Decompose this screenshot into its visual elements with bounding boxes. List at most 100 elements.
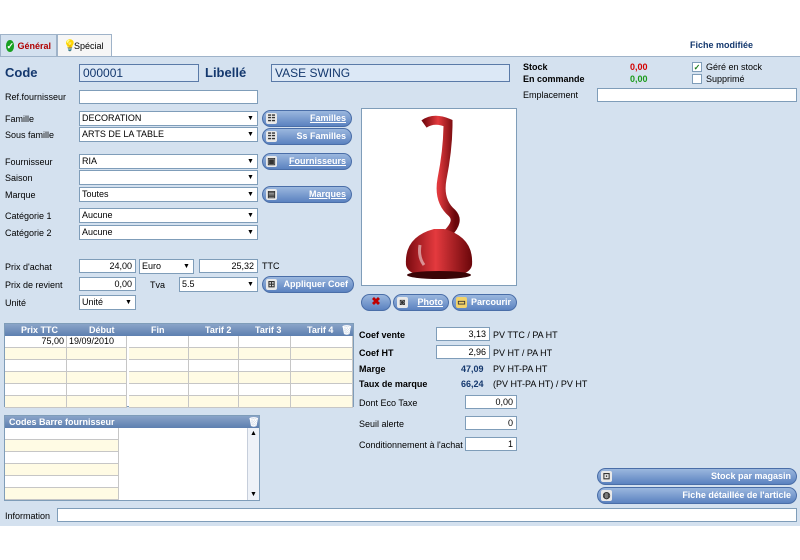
list-item[interactable]	[5, 476, 119, 488]
devise-value: Euro	[142, 261, 162, 271]
table-cell[interactable]	[189, 384, 239, 396]
eco-taxe-label: Dont Eco Taxe	[359, 398, 418, 408]
emplacement-field[interactable]	[597, 88, 797, 102]
categorie-2-select[interactable]: Aucune ▼	[79, 225, 258, 240]
code-label: Code	[5, 65, 38, 80]
familles-button[interactable]: ☷ Familles	[262, 110, 352, 127]
list-item[interactable]	[5, 428, 119, 440]
table-cell[interactable]	[239, 384, 291, 396]
tarif-table[interactable]: Prix TTC Début Fin Tarif 2 Tarif 3 Tarif…	[4, 323, 354, 408]
famille-select[interactable]: DECORATION ▼	[79, 111, 258, 126]
tab-special[interactable]: 💡 Spécial	[57, 34, 112, 56]
seuil-alerte-field[interactable]: 0	[465, 416, 517, 430]
tab-general[interactable]: ✓ Général	[0, 34, 57, 56]
sous-famille-value: ARTS DE LA TABLE	[82, 129, 165, 139]
marque-select[interactable]: Toutes ▼	[79, 187, 258, 202]
prix-achat-field[interactable]: 24,00	[79, 259, 136, 273]
list-item[interactable]	[5, 452, 119, 464]
eco-taxe-field[interactable]: 0,00	[465, 395, 517, 409]
stock-label: Stock	[523, 62, 548, 72]
table-cell[interactable]	[67, 360, 127, 372]
table-cell[interactable]	[67, 396, 127, 408]
list-item[interactable]	[5, 440, 119, 452]
table-cell[interactable]	[239, 336, 291, 348]
stock-par-magasin-button[interactable]: ⊡ Stock par magasin	[597, 468, 797, 485]
fournisseur-select[interactable]: RIA ▼	[79, 154, 258, 169]
list-item[interactable]	[5, 464, 119, 476]
scroll-up-icon[interactable]: ▲	[248, 428, 259, 439]
table-cell[interactable]	[129, 348, 189, 360]
table-cell[interactable]	[291, 372, 353, 384]
table-cell[interactable]	[291, 396, 353, 408]
table-cell[interactable]	[291, 384, 353, 396]
marques-button[interactable]: ▤ Marques	[262, 186, 352, 203]
table-cell[interactable]	[291, 348, 353, 360]
check-icon: ✓	[6, 39, 15, 52]
trash-icon[interactable]: 🗑	[341, 324, 352, 336]
ttc-field[interactable]: 25,32	[199, 259, 258, 273]
codes-barre-table[interactable]: Codes Barre fournisseur 🗑 ▲ ▼	[4, 415, 260, 501]
saison-select[interactable]: ▼	[79, 170, 258, 185]
parcourir-button[interactable]: ▭ Parcourir	[452, 294, 517, 311]
table-cell[interactable]	[129, 384, 189, 396]
code-field[interactable]: 000001	[79, 64, 199, 82]
table-cell[interactable]: 19/09/2010	[67, 336, 127, 348]
table-cell[interactable]	[67, 348, 127, 360]
fournisseurs-button[interactable]: ▣ Fournisseurs	[262, 153, 352, 170]
table-cell[interactable]	[239, 372, 291, 384]
table-cell[interactable]	[5, 348, 67, 360]
chevron-down-icon: ▼	[247, 191, 254, 198]
libelle-field[interactable]: VASE SWING	[271, 64, 510, 82]
categorie-1-select[interactable]: Aucune ▼	[79, 208, 258, 223]
scroll-down-icon[interactable]: ▼	[248, 489, 259, 500]
supprime-checkbox[interactable]	[692, 74, 702, 84]
table-cell[interactable]	[291, 336, 353, 348]
coef-vente-field[interactable]: 3,13	[436, 327, 490, 341]
ref-fournisseur-field[interactable]	[79, 90, 258, 104]
conditionnement-label: Conditionnement à l'achat	[359, 440, 463, 450]
table-cell[interactable]	[239, 348, 291, 360]
devise-select[interactable]: Euro ▼	[139, 259, 194, 274]
delete-photo-button[interactable]: ✖	[361, 294, 391, 311]
table-cell[interactable]	[189, 396, 239, 408]
coef-ht-label: Coef HT	[359, 348, 394, 358]
ss-familles-button-label: Ss Familles	[296, 131, 346, 141]
table-cell[interactable]	[129, 372, 189, 384]
chevron-down-icon: ▼	[247, 115, 254, 122]
coef-ht-field[interactable]: 2,96	[436, 345, 490, 359]
table-cell[interactable]	[291, 360, 353, 372]
appliquer-coef-button[interactable]: ⊞ Appliquer Coef	[262, 276, 354, 293]
table-cell[interactable]	[239, 396, 291, 408]
table-cell[interactable]	[5, 396, 67, 408]
table-cell[interactable]	[189, 372, 239, 384]
gere-en-stock-checkbox[interactable]: ✓	[692, 62, 702, 72]
table-cell[interactable]	[189, 336, 239, 348]
table-cell[interactable]	[67, 372, 127, 384]
prix-revient-field[interactable]: 0,00	[79, 277, 136, 291]
table-cell[interactable]: 75,00	[5, 336, 67, 348]
list-item[interactable]	[5, 488, 119, 500]
sous-famille-select[interactable]: ARTS DE LA TABLE ▼	[79, 127, 258, 142]
table-cell[interactable]	[129, 396, 189, 408]
table-cell[interactable]	[5, 360, 67, 372]
fiche-detaillee-button[interactable]: ◍ Fiche détaillée de l'article	[597, 487, 797, 504]
conditionnement-field[interactable]: 1	[465, 437, 517, 451]
trash-icon[interactable]: 🗑	[248, 416, 259, 428]
categorie-2-label: Catégorie 2	[5, 228, 52, 238]
table-cell[interactable]	[5, 372, 67, 384]
table-cell[interactable]	[189, 360, 239, 372]
table-cell[interactable]	[239, 360, 291, 372]
taux-marque-desc: (PV HT-PA HT) / PV HT	[493, 379, 588, 389]
table-cell[interactable]	[67, 384, 127, 396]
table-cell[interactable]	[189, 348, 239, 360]
tree-icon: ☷	[266, 131, 277, 142]
codes-barre-scrollbar[interactable]: ▲ ▼	[247, 428, 259, 500]
table-cell[interactable]	[129, 336, 189, 348]
photo-button[interactable]: ◙ Photo	[393, 294, 449, 311]
unite-select[interactable]: Unité ▼	[79, 295, 136, 310]
table-cell[interactable]	[129, 360, 189, 372]
information-field[interactable]	[57, 508, 797, 522]
table-cell[interactable]	[5, 384, 67, 396]
tva-select[interactable]: 5.5 ▼	[179, 277, 258, 292]
ss-familles-button[interactable]: ☷ Ss Familles	[262, 128, 352, 145]
